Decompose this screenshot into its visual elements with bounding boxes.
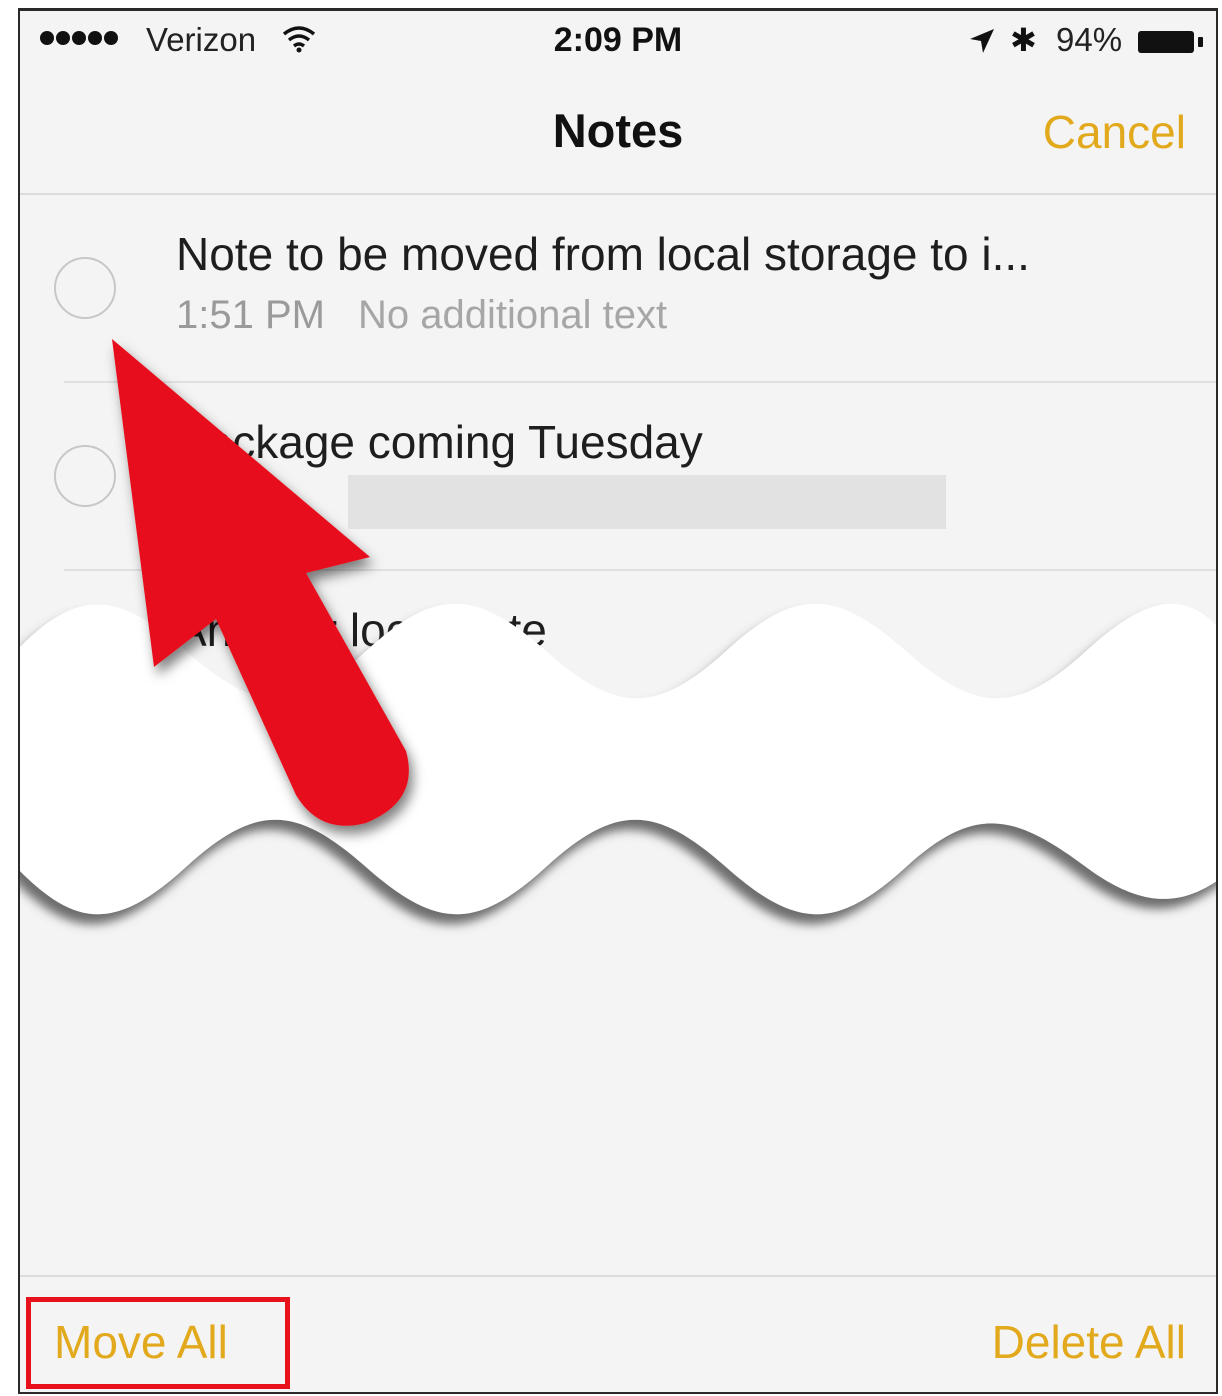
delete-all-button[interactable]: Delete All	[992, 1315, 1186, 1369]
battery-tip	[1198, 37, 1203, 47]
move-all-button[interactable]: Move All	[54, 1315, 228, 1369]
battery-icon	[1138, 31, 1194, 53]
battery-percent: 94%	[1056, 21, 1123, 58]
phone-screen: Verizon 2:09 PM ✱ 94% Notes Cancel Note …	[18, 8, 1218, 1394]
bluetooth-icon: ✱	[1010, 22, 1037, 58]
bottom-toolbar: Move All Delete All	[20, 1275, 1216, 1392]
location-arrow-icon	[970, 29, 994, 53]
red-pointer-arrow-icon	[112, 339, 409, 826]
cancel-button[interactable]: Cancel	[1043, 105, 1186, 159]
